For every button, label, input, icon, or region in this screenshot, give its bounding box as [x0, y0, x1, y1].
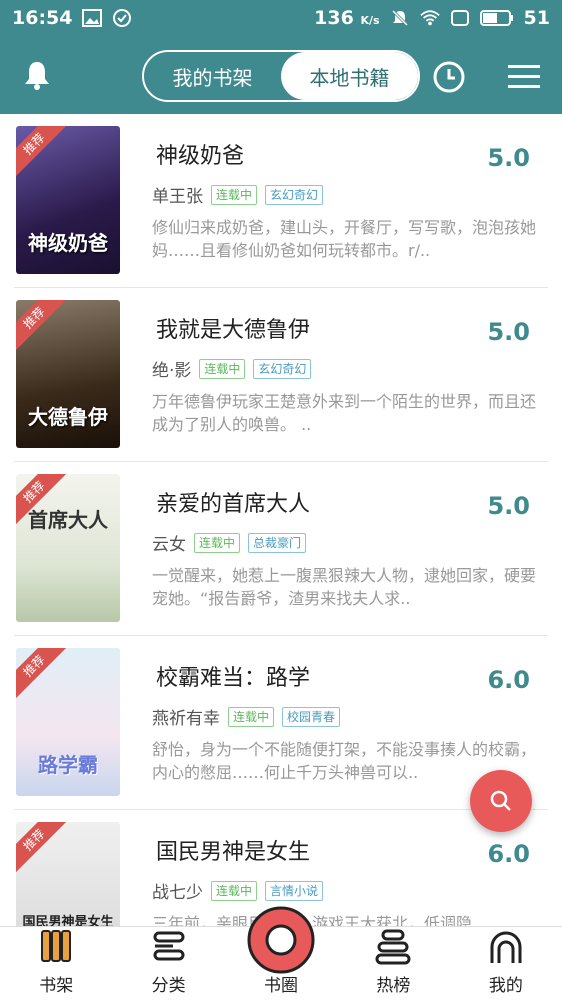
recommend-badge: 推荐: [16, 300, 70, 354]
book-score: 5.0: [487, 144, 530, 172]
genre-badge: 校园青春: [282, 706, 341, 727]
book-title: 亲爱的首席大人: [156, 492, 311, 517]
status-badge: 连载中: [211, 184, 258, 205]
battery-icon: [479, 8, 514, 28]
recommend-badge: 推荐: [16, 126, 70, 180]
book-title: 神级奶爸: [156, 144, 245, 169]
bell-icon[interactable]: [20, 58, 54, 92]
bottom-nav: 书架 分类 书圈 热榜 我的: [0, 906, 562, 1000]
search-button[interactable]: [470, 770, 532, 832]
book-cover[interactable]: 推荐 神级奶爸: [16, 126, 120, 274]
battery-level: 51: [523, 7, 550, 29]
nav-category-label: 分类: [151, 976, 186, 996]
book-item[interactable]: 推荐 路学霸 校霸难当：路学 6.0 燕祈有幸 连载中 校园青春 舒怡，身为一个…: [14, 636, 548, 810]
tab-local-books[interactable]: 本地书籍: [281, 52, 418, 100]
search-icon: [490, 790, 511, 811]
book-author: 单王张: [152, 187, 203, 207]
book-item[interactable]: 推荐 神级奶爸 神级奶爸 5.0 单王张 连载中 玄幻奇幻 修仙归来成奶爸，建山…: [14, 114, 548, 288]
circle-icon: [247, 906, 315, 974]
wifi-icon: [419, 8, 440, 28]
book-title: 校霸难当：路学: [156, 666, 311, 691]
book-description: 一觉醒来，她惹上一腹黑狠辣大人物，逮她回家，硬要宠她。“报告爵爷，渣男来找夫人求…: [152, 566, 537, 608]
book-cover[interactable]: 推荐 国民男神是女生: [16, 822, 120, 926]
status-badge: 连载中: [199, 358, 246, 379]
book-description: 三年前，亲眼目睹……游戏王大获北，低调隐..: [152, 914, 483, 926]
book-title: 国民男神是女生: [156, 840, 311, 865]
book-description: 万年德鲁伊玩家王楚意外来到一个陌生的世界，而且还成为了别人的唤兽。 ..: [152, 392, 537, 434]
nav-bookshelf[interactable]: 书架: [0, 927, 112, 1000]
status-time: 16:54: [12, 7, 73, 29]
nav-profile[interactable]: 我的: [450, 927, 562, 1000]
book-score: 6.0: [487, 666, 530, 694]
genre-badge: 总裁豪门: [248, 532, 307, 553]
check-circle-icon: [112, 8, 132, 28]
book-score: 5.0: [487, 318, 530, 346]
book-cover[interactable]: 推荐 首席大人: [16, 474, 120, 622]
ranking-icon: [375, 929, 411, 965]
category-icon: [153, 931, 185, 961]
nav-profile-label: 我的: [488, 976, 523, 996]
status-badge: 连载中: [194, 532, 241, 553]
menu-icon[interactable]: [508, 64, 540, 90]
clock-icon[interactable]: [432, 60, 466, 94]
shelf-tab-switcher: 我的书架 本地书籍: [142, 50, 420, 102]
nav-bookshelf-label: 书架: [39, 976, 74, 996]
status-badge: 连载中: [228, 706, 275, 727]
bookshelf-icon: [41, 930, 72, 962]
book-author: 云女: [152, 535, 186, 555]
book-author: 绝·影: [152, 361, 192, 381]
screen-icon: [450, 8, 470, 28]
book-cover[interactable]: 推荐 大德鲁伊: [16, 300, 120, 448]
recommend-badge: 推荐: [16, 648, 70, 702]
book-item[interactable]: 推荐 大德鲁伊 我就是大德鲁伊 5.0 绝·影 连载中 玄幻奇幻 万年德鲁伊玩家…: [14, 288, 548, 462]
network-speed-unit: K/s: [360, 14, 380, 27]
recommend-badge: 推荐: [16, 822, 70, 876]
nav-circle[interactable]: 书圈: [225, 906, 337, 1000]
genre-badge: 玄幻奇幻: [253, 358, 312, 379]
status-bar: 16:54 136 K/s 51: [0, 0, 562, 36]
genre-badge: 言情小说: [265, 880, 324, 901]
image-notification-icon: [82, 8, 103, 28]
book-item[interactable]: 推荐 首席大人 亲爱的首席大人 5.0 云女 连载中 总裁豪门 一觉醒来，她惹上…: [14, 462, 548, 636]
book-score: 6.0: [487, 840, 530, 868]
nav-category[interactable]: 分类: [112, 927, 224, 1000]
nav-ranking[interactable]: 热榜: [337, 927, 449, 1000]
network-speed: 136: [314, 7, 354, 29]
status-badge: 连载中: [211, 880, 258, 901]
book-author: 燕祈有幸: [152, 709, 220, 729]
genre-badge: 玄幻奇幻: [265, 184, 324, 205]
book-score: 5.0: [487, 492, 530, 520]
tab-my-bookshelf[interactable]: 我的书架: [144, 52, 281, 100]
mute-icon: [390, 8, 410, 28]
profile-icon: [490, 931, 522, 963]
book-cover[interactable]: 推荐 路学霸: [16, 648, 120, 796]
nav-ranking-label: 热榜: [376, 976, 411, 996]
app-header: 我的书架 本地书籍: [0, 36, 562, 114]
book-author: 战七少: [152, 883, 203, 903]
book-title: 我就是大德鲁伊: [156, 318, 311, 343]
book-description: 修仙归来成奶爸，建山头，开餐厅，写写歌，泡泡孩她妈……且看修仙奶爸如何玩转都市。…: [152, 218, 537, 260]
